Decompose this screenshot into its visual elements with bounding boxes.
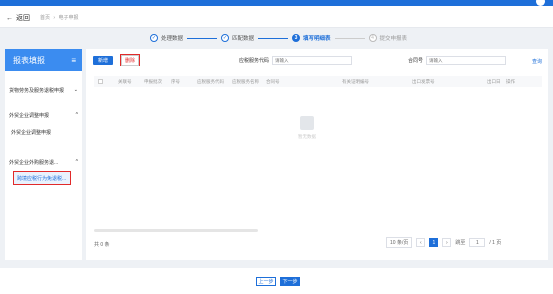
- prev-page-icon[interactable]: ‹: [416, 238, 426, 247]
- goto-label: 跳至: [455, 240, 466, 246]
- step-2: ✓ 匹配数据: [221, 34, 255, 42]
- breadcrumb-home[interactable]: 首页: [40, 15, 50, 21]
- footer: 上一步 下一步: [0, 268, 553, 294]
- back-button[interactable]: ← 返回: [6, 13, 30, 23]
- breadcrumb-current: 电子申报: [58, 15, 79, 21]
- chevron-up-icon: ^: [75, 159, 78, 165]
- query-button[interactable]: 查询: [532, 58, 542, 65]
- chevron-down-icon: ⌄: [73, 87, 78, 93]
- delete-button-highlight: 删除: [120, 54, 140, 66]
- code-input[interactable]: [272, 56, 353, 65]
- goto-input[interactable]: 1: [469, 238, 486, 247]
- total-pages: / 1 页: [489, 240, 502, 246]
- code-filter: 应税服务代码: [239, 56, 353, 65]
- page-size-select[interactable]: 10 条/页: [386, 237, 413, 248]
- contract-filter: 合同号: [408, 56, 507, 65]
- pagination: 10 条/页 ‹ 1 › 跳至 1 / 1 页: [386, 237, 501, 248]
- empty-box-icon: [300, 116, 314, 130]
- main-panel: 新增 删除 应税服务代码 合同号 查询 关联号 申报批次 序号 应税服务代码 应…: [86, 49, 548, 260]
- menu-icon[interactable]: ≡: [71, 56, 76, 65]
- sidebar-item-adjust[interactable]: 外贸企业调整申报 ^: [5, 112, 82, 119]
- sidebar: 报表填报 ≡ 货物劳务及服务退税申报 ⌄ 外贸企业调整申报 ^ 外贸企业调整申报 外…: [5, 49, 82, 260]
- back-label: 返回: [16, 15, 30, 22]
- breadcrumb: 首页 › 电子申报: [40, 15, 79, 21]
- sidebar-title: 报表填报: [13, 55, 45, 65]
- sidebar-item-purchase[interactable]: 外贸企业外购服务退... ^: [5, 159, 82, 166]
- check-icon: ✓: [150, 34, 158, 42]
- delete-button[interactable]: 删除: [121, 54, 139, 66]
- sidebar-item-goods[interactable]: 货物劳务及服务退税申报 ⌄: [5, 87, 82, 94]
- step-bar: ✓ 处理数据 ✓ 匹配数据 3 填写明细表 4 提交申报表: [150, 30, 407, 46]
- table-header: 关联号 申报批次 序号 应税服务代码 应税服务名称 合同号 有关证明编号 出口发…: [94, 76, 542, 87]
- sidebar-subitem-crossborder[interactable]: 跨境应税行为免退税...: [13, 171, 71, 185]
- next-page-icon[interactable]: ›: [442, 238, 452, 247]
- step-1: ✓ 处理数据: [150, 34, 184, 42]
- horizontal-scrollbar[interactable]: [94, 229, 258, 232]
- contract-input[interactable]: [426, 56, 507, 65]
- step-3: 3 填写明细表: [292, 34, 331, 42]
- add-button[interactable]: 新增: [93, 56, 113, 65]
- empty-state: 暂无数据: [298, 116, 316, 140]
- sidebar-subitem-adjust[interactable]: 外贸企业调整申报: [5, 129, 82, 136]
- code-label: 应税服务代码: [239, 58, 270, 64]
- contract-label: 合同号: [408, 58, 424, 64]
- select-all-checkbox[interactable]: [98, 79, 103, 84]
- prev-step-button[interactable]: 上一步: [256, 277, 276, 286]
- total-count: 共 0 条: [94, 242, 110, 248]
- chevron-up-icon: ^: [75, 112, 78, 118]
- arrow-left-icon: ←: [6, 14, 13, 22]
- check-icon: ✓: [221, 34, 230, 42]
- page-1[interactable]: 1: [429, 238, 439, 247]
- step-4: 4 提交申报表: [368, 34, 407, 42]
- empty-text: 暂无数据: [298, 134, 316, 139]
- next-step-button[interactable]: 下一步: [280, 277, 300, 286]
- sidebar-header: 报表填报 ≡: [5, 49, 82, 71]
- nav-bar: ← 返回 首页 › 电子申报: [0, 6, 553, 28]
